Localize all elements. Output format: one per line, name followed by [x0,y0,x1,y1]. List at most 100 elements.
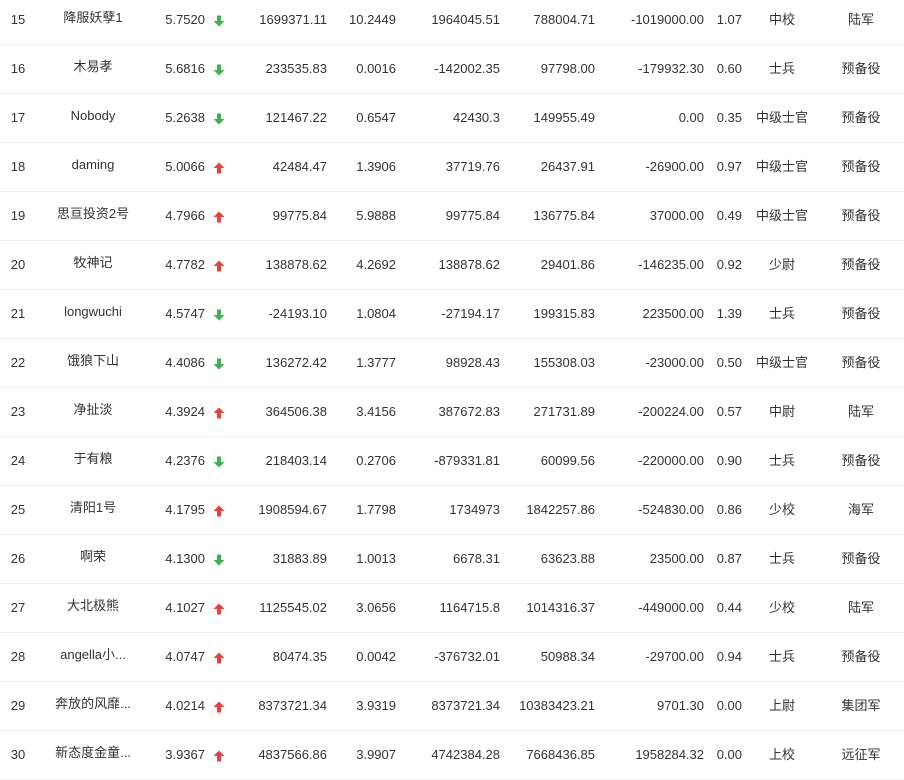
table-row[interactable]: 21 longwuchi 4.5747 -24193.10 1.0804 -27194.1… [0,290,904,339]
rank-cell: 29 [10,698,26,713]
rank-cell: 26 [10,551,26,566]
table-row[interactable]: 20 牧神记 4.7782 138878.62 4.2692 138878.62 29401… [0,241,904,290]
table-row[interactable]: 24 于有粮 4.2376 218403.14 0.2706 -879331.81 6009… [0,437,904,486]
table-row[interactable]: 22 饿狼下山 4.4086 136272.42 1.3777 98928.43 15530… [0,339,904,388]
value-1-cell: 8373721.34 [258,698,327,713]
military-rank-cell: 中级士官 [755,208,808,223]
rank-cell: 25 [10,502,26,517]
value-5-cell: -29700.00 [645,649,704,664]
arrow-up-icon [213,407,225,419]
score-cell: 4.0214 [165,698,205,713]
value-6-cell: 0.87 [716,551,742,566]
value-5-cell: -26900.00 [645,159,704,174]
military-rank-cell: 中级士官 [755,355,808,370]
name-cell[interactable]: 啊荣 [40,535,146,583]
value-3-cell: 4742384.28 [431,747,500,762]
value-1-cell: 233535.83 [265,61,327,76]
name-cell[interactable]: 思亘投资2号 [40,192,146,240]
value-3-cell: 8373721.34 [431,698,500,713]
military-rank-cell: 中尉 [768,404,795,419]
value-3-cell: 37719.76 [445,159,500,174]
value-5-cell: 9701.30 [657,698,704,713]
score-cell: 4.3924 [165,404,205,419]
trend-cell [210,633,228,681]
rank-cell: 24 [10,453,26,468]
table-row[interactable]: 23 净扯淡 4.3924 364506.38 3.4156 387672.83 27173… [0,388,904,437]
table-row[interactable]: 19 思亘投资2号 4.7966 99775.84 5.9888 99775.84 1367… [0,192,904,241]
name-cell[interactable]: 大北极熊 [40,584,146,632]
value-5-cell: -1019000.00 [630,12,704,27]
name-cell[interactable]: 于有粮 [40,437,146,485]
value-6-cell: 0.50 [716,355,742,370]
value-2-cell: 0.0042 [356,649,396,664]
value-2-cell: 5.9888 [356,208,396,223]
rank-cell: 20 [10,257,26,272]
arrow-up-icon [213,260,225,272]
military-rank-cell: 中级士官 [755,159,808,174]
value-4-cell: 788004.71 [533,12,595,27]
military-rank-cell: 中级士官 [755,110,808,125]
name-cell[interactable]: 奔放的风靡... [40,682,146,730]
value-5-cell: -200224.00 [638,404,704,419]
table-row[interactable]: 26 啊荣 4.1300 31883.89 1.0013 6678.31 63623.88 2… [0,535,904,584]
value-3-cell: 42430.3 [453,110,500,125]
value-6-cell: 0.35 [716,110,742,125]
value-5-cell: 223500.00 [642,306,704,321]
value-6-cell: 1.39 [716,306,742,321]
value-6-cell: 0.44 [716,600,742,615]
name-cell[interactable]: Nobody [40,94,146,142]
name-cell[interactable]: daming [40,143,146,191]
trend-cell [210,584,228,632]
table-row[interactable]: 27 大北极熊 4.1027 1125545.02 3.0656 1164715.8 101… [0,584,904,633]
service-cell: 陆军 [847,12,874,27]
value-3-cell: 1164715.8 [439,600,501,615]
value-2-cell: 0.0016 [356,61,396,76]
trend-cell [210,143,228,191]
value-6-cell: 0.90 [716,453,742,468]
name-cell[interactable]: 新态度金童... [40,731,146,779]
table-row[interactable]: 30 新态度金童... 3.9367 4837566.86 3.9907 4742384.… [0,731,904,780]
value-4-cell: 149955.49 [533,110,595,125]
value-1-cell: 1699371.11 [259,12,327,27]
table-row[interactable]: 25 清阳1号 4.1795 1908594.67 1.7798 1734973 18422… [0,486,904,535]
name-cell[interactable]: 牧神记 [40,241,146,289]
name-cell[interactable]: angella小... [40,633,146,681]
service-cell: 预备役 [841,649,881,664]
value-1-cell: -24193.10 [268,306,327,321]
value-1-cell: 42484.47 [272,159,327,174]
value-6-cell: 0.00 [716,747,742,762]
value-1-cell: 4837566.86 [258,747,327,762]
value-2-cell: 3.9907 [356,747,396,762]
score-cell: 5.7520 [165,12,205,27]
trend-cell [210,290,228,338]
military-rank-cell: 士兵 [768,453,795,468]
table-row[interactable]: 28 angella小... 4.0747 80474.35 0.0042 -376732… [0,633,904,682]
table-row[interactable]: 17 Nobody 5.2638 121467.22 0.6547 42430.3 1499… [0,94,904,143]
value-1-cell: 121467.22 [265,110,327,125]
value-3-cell: 6678.31 [453,551,500,566]
trend-cell [210,437,228,485]
name-cell[interactable]: 饿狼下山 [40,339,146,387]
table-row[interactable]: 29 奔放的风靡... 4.0214 8373721.34 3.9319 8373721.… [0,682,904,731]
value-2-cell: 3.4156 [356,404,396,419]
military-rank-cell: 少校 [768,600,795,615]
name-cell[interactable]: 木易孝 [40,45,146,93]
value-6-cell: 1.07 [716,12,742,27]
value-4-cell: 60099.56 [540,453,595,468]
value-2-cell: 4.2692 [356,257,396,272]
trend-cell [210,682,228,730]
table-row[interactable]: 16 木易孝 5.6816 233535.83 0.0016 -142002.35 9779… [0,45,904,94]
value-2-cell: 1.7798 [356,502,396,517]
name-cell[interactable]: 净扯淡 [40,388,146,436]
score-cell: 4.1300 [165,551,205,566]
name-cell[interactable]: longwuchi [40,290,146,338]
value-5-cell: -449000.00 [638,600,704,615]
service-cell: 陆军 [847,600,874,615]
arrow-up-icon [213,211,225,223]
value-3-cell: 99775.84 [445,208,500,223]
table-row[interactable]: 18 daming 5.0066 42484.47 1.3906 37719.76 2643… [0,143,904,192]
name-cell[interactable]: 降服妖孽1 [40,0,146,44]
table-row[interactable]: 15 降服妖孽1 5.7520 1699371.11 10.2449 1964045.51… [0,0,904,45]
name-cell[interactable]: 清阳1号 [40,486,146,534]
value-3-cell: 138878.62 [438,257,500,272]
